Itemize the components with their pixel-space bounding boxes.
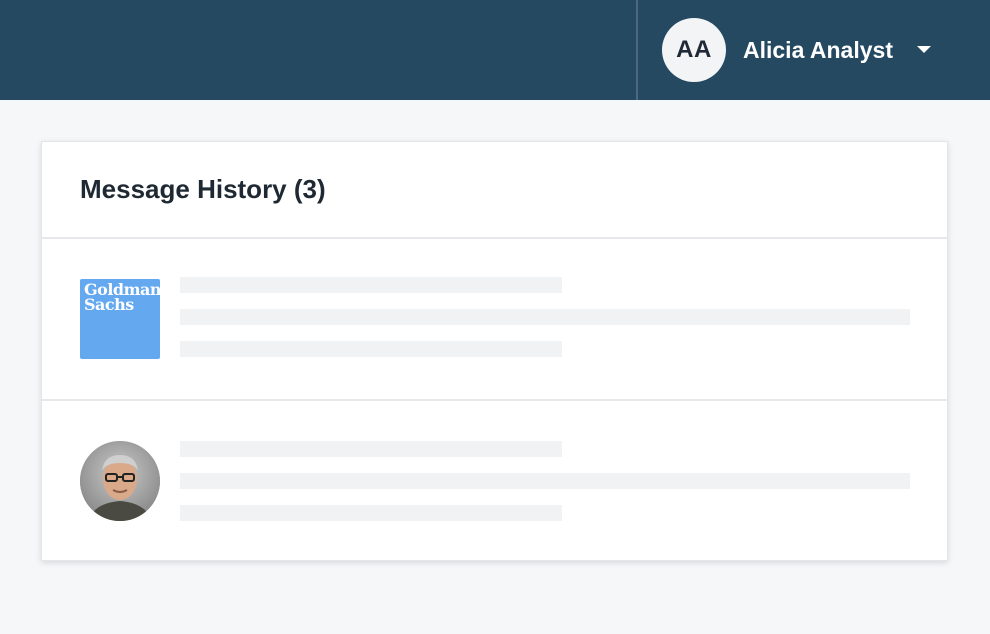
list-item[interactable]: Goldman Sachs xyxy=(42,239,947,401)
skeleton-line xyxy=(180,341,562,357)
person-photo-icon xyxy=(80,441,160,521)
user-name[interactable]: Alicia Analyst xyxy=(743,37,893,64)
person-avatar xyxy=(80,441,160,521)
topbar-divider xyxy=(636,0,638,100)
message-history-card: Message History (3) Goldman Sachs xyxy=(41,141,948,561)
user-menu[interactable]: AA Alicia Analyst xyxy=(662,18,931,82)
goldman-sachs-logo: Goldman Sachs xyxy=(80,279,162,359)
card-header: Message History (3) xyxy=(42,142,947,239)
top-bar: AA Alicia Analyst xyxy=(0,0,990,100)
skeleton-line xyxy=(180,473,910,489)
logo-text-line-2: Sachs xyxy=(84,295,134,314)
user-avatar[interactable]: AA xyxy=(662,18,726,82)
chevron-down-icon[interactable] xyxy=(916,45,931,53)
skeleton-line xyxy=(180,277,562,293)
skeleton-line xyxy=(180,505,562,521)
list-item[interactable] xyxy=(42,401,947,562)
page-title: Message History (3) xyxy=(80,174,326,204)
skeleton-line xyxy=(180,309,910,325)
skeleton-line xyxy=(180,441,562,457)
